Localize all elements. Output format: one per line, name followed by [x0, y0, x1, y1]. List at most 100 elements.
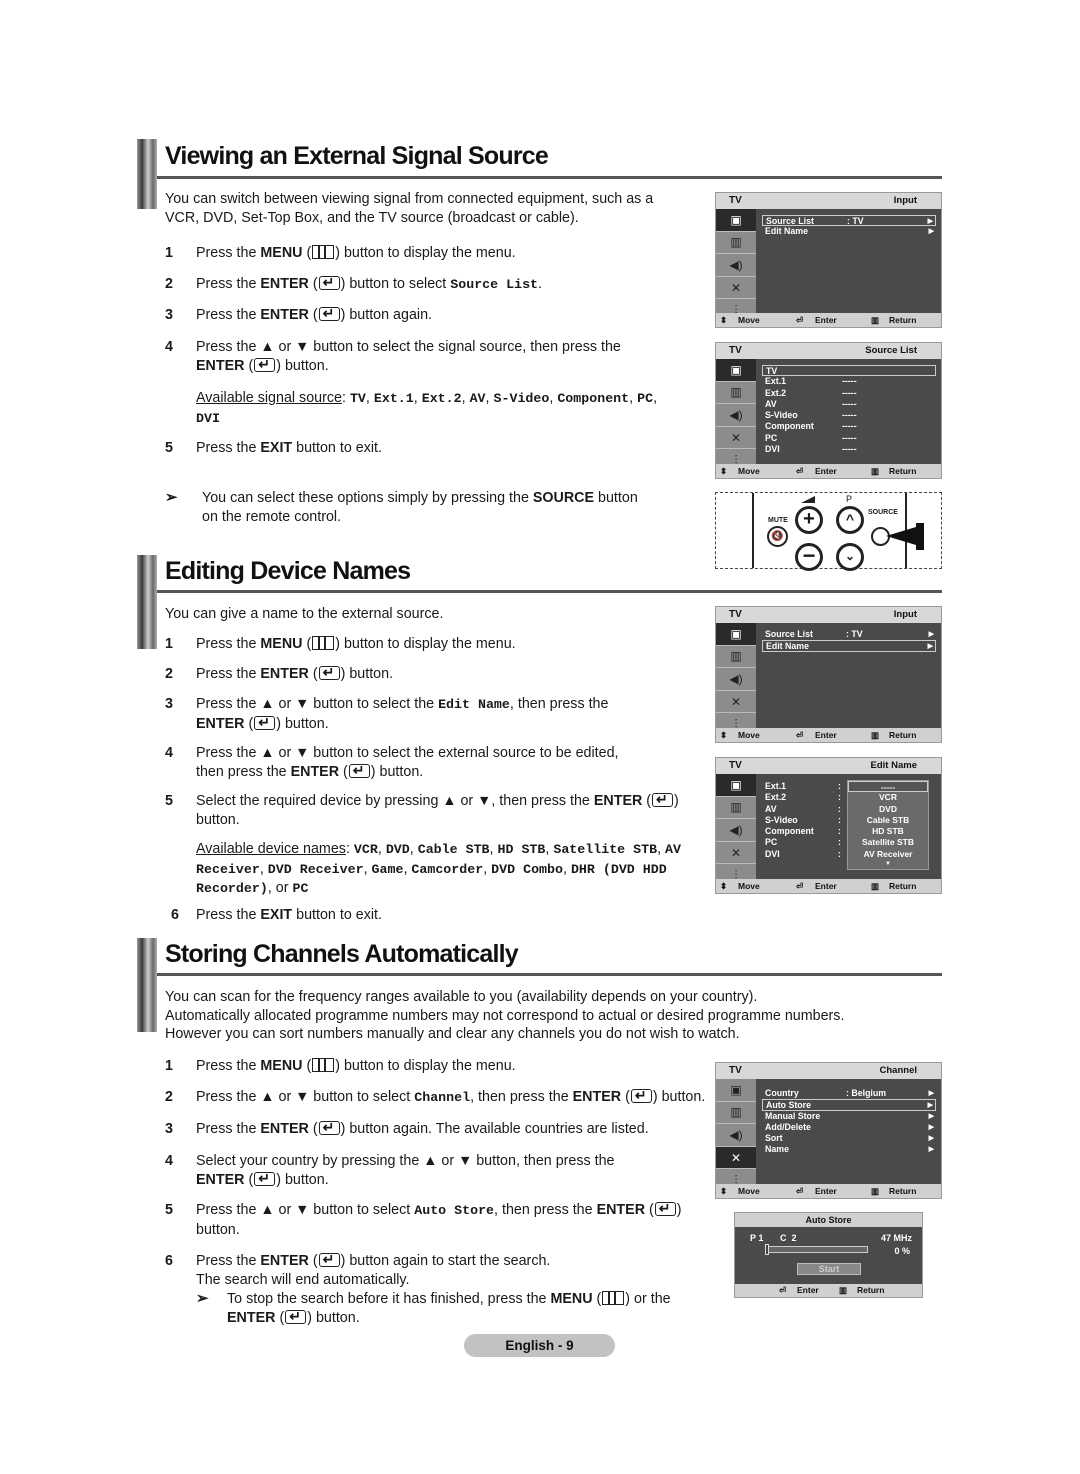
available-item: TV [349, 391, 366, 406]
page-number: English - 9 [464, 1334, 615, 1357]
enter-icon [318, 663, 340, 682]
osd-menu-item[interactable]: PC ----- [762, 433, 936, 444]
dropdown-option[interactable]: Satellite STB [848, 837, 928, 848]
osd-menu-item[interactable]: Add/Delete ▶ [762, 1122, 936, 1133]
scroll-down-icon[interactable]: ▼ [848, 860, 928, 868]
osd-menu-item[interactable]: Ext.1 ----- [762, 376, 936, 387]
dropdown-option[interactable]: HD STB [848, 826, 928, 837]
channel-icon[interactable]: ✕ [716, 1146, 756, 1170]
input-icon[interactable]: ▣ [716, 774, 756, 797]
osd-header: TV Input [716, 607, 941, 623]
available-item: Ext.2 [421, 391, 462, 406]
text: button. [375, 763, 424, 780]
step-text: Select the required device by pressing ▲… [196, 790, 679, 829]
chevron-right-icon: ▶ [928, 631, 934, 638]
enter-icon: ⏎ [796, 881, 804, 891]
text: Select your country by pressing the ▲ or… [196, 1153, 615, 1169]
separator: , [377, 841, 386, 857]
osd-menu-item[interactable]: Auto Store ▶ [762, 1099, 936, 1111]
section-rule [157, 973, 942, 976]
step-number: 3 [165, 696, 173, 712]
osd-item-label: PC [765, 837, 778, 848]
intro-editing: You can give a name to the external sour… [165, 606, 444, 622]
osd-menu-item[interactable]: Sort ▶ [762, 1133, 936, 1144]
channel-icon[interactable]: ✕ [716, 277, 756, 300]
osd-menu-item[interactable]: Source List: TV ▶ [762, 629, 936, 640]
channel-down-button[interactable]: ⌄ [836, 543, 864, 571]
enter-label: Enter [815, 315, 837, 325]
osd-menu-item[interactable]: Ext.2 ----- [762, 388, 936, 399]
osd-menu-item[interactable]: DVI ----- [762, 444, 936, 455]
picture-icon[interactable]: ▥ [716, 646, 756, 669]
pointer-bar [916, 523, 924, 550]
enter-icon [652, 790, 674, 809]
osd-menu-item[interactable]: Name ▶ [762, 1144, 936, 1155]
auto-store-footer: ⏎ Enter ▥ Return [735, 1284, 922, 1297]
menu-icon [312, 636, 335, 650]
start-label: Start [818, 1264, 840, 1274]
osd-menu-item[interactable]: Edit Name ▶ [762, 640, 936, 652]
separator: , [365, 390, 374, 406]
osd-item-value: ----- [842, 398, 857, 409]
channel-icon[interactable]: ✕ [716, 427, 756, 450]
osd-menu-item[interactable]: Country: Belgium ▶ [762, 1088, 936, 1099]
osd-items: Country: Belgium ▶ Auto Store ▶ Manual Store… [762, 1088, 936, 1156]
channel-icon[interactable]: ✕ [716, 842, 756, 865]
separator: , or [267, 880, 293, 896]
separator: , [485, 390, 494, 406]
dropdown-option[interactable]: ----- [848, 781, 928, 793]
osd-item-label: Country [765, 1088, 799, 1098]
mute-button[interactable]: 🔇 [767, 526, 788, 547]
osd-tv-label: TV [729, 609, 742, 620]
osd-menu-item[interactable]: TV [762, 365, 936, 377]
dropdown-option[interactable]: AV Receiver [848, 849, 928, 860]
osd-menu-item[interactable]: S-Video ----- [762, 410, 936, 421]
osd-menu-item[interactable]: Edit Name ▶ [762, 226, 936, 237]
osd-menu-item[interactable]: Manual Store ▶ [762, 1111, 936, 1122]
intro-line: You can switch between viewing signal fr… [165, 191, 654, 207]
enter-label: Enter [797, 1285, 819, 1295]
picture-icon[interactable]: ▥ [716, 797, 756, 820]
enter-icon [630, 1086, 652, 1105]
sound-icon[interactable]: ◀) [716, 668, 756, 691]
available-item: PC [292, 881, 309, 896]
osd-menu-item[interactable]: AV ----- [762, 399, 936, 410]
input-icon[interactable]: ▣ [716, 359, 756, 382]
source-label: SOURCE [868, 509, 898, 516]
channel-up-button[interactable]: ^ [836, 506, 864, 534]
sound-icon[interactable]: ◀) [716, 1124, 756, 1147]
sound-icon[interactable]: ◀) [716, 404, 756, 427]
osd-menu-item[interactable]: Source List: TV ▶ [762, 215, 936, 227]
text: Press the [196, 907, 261, 923]
text: button. [196, 811, 240, 828]
osd-item-label: Manual Store [765, 1110, 821, 1121]
osd-menu-item[interactable]: Component ----- [762, 421, 936, 432]
volume-down-button[interactable]: − [795, 543, 823, 571]
step-text: Press the ENTER () button again. The ava… [196, 1118, 649, 1139]
picture-icon[interactable]: ▥ [716, 232, 756, 255]
text: then press the [196, 763, 291, 780]
start-button[interactable]: Start [797, 1263, 861, 1275]
enter-icon [254, 355, 276, 373]
sound-icon[interactable]: ◀) [716, 254, 756, 277]
sound-icon[interactable]: ◀) [716, 819, 756, 842]
osd-source-list: TV Source List ▣ ▥ ◀) ✕ ⫶ ⬍ Move ⏎ Enter ▥ Return TV E… [715, 342, 942, 479]
dropdown-option[interactable]: VCR [848, 792, 928, 803]
picture-icon[interactable]: ▥ [716, 1102, 756, 1125]
step-number: 5 [165, 440, 173, 456]
input-icon[interactable]: ▣ [716, 1079, 756, 1102]
volume-up-button[interactable]: + [795, 506, 823, 534]
picture-icon[interactable]: ▥ [716, 382, 756, 405]
available-item: DVD [385, 842, 410, 857]
device-name-dropdown[interactable]: ----- VCR DVD Cable STB HD STB Satellite STB A… [847, 780, 929, 870]
dropdown-option[interactable]: DVD [848, 804, 928, 815]
input-icon[interactable]: ▣ [716, 623, 756, 646]
separator: , [489, 841, 498, 857]
osd-item-value: ----- [842, 387, 857, 398]
intro-storing: You can scan for the frequency ranges av… [165, 988, 844, 1044]
dropdown-option[interactable]: Cable STB [848, 815, 928, 826]
step-text: Press the MENU () button to display the … [196, 1058, 516, 1074]
remote-control-illustration: MUTE 🔇 + − P ^ ⌄ SOURCE [715, 492, 942, 571]
input-icon[interactable]: ▣ [716, 209, 756, 232]
channel-icon[interactable]: ✕ [716, 691, 756, 714]
